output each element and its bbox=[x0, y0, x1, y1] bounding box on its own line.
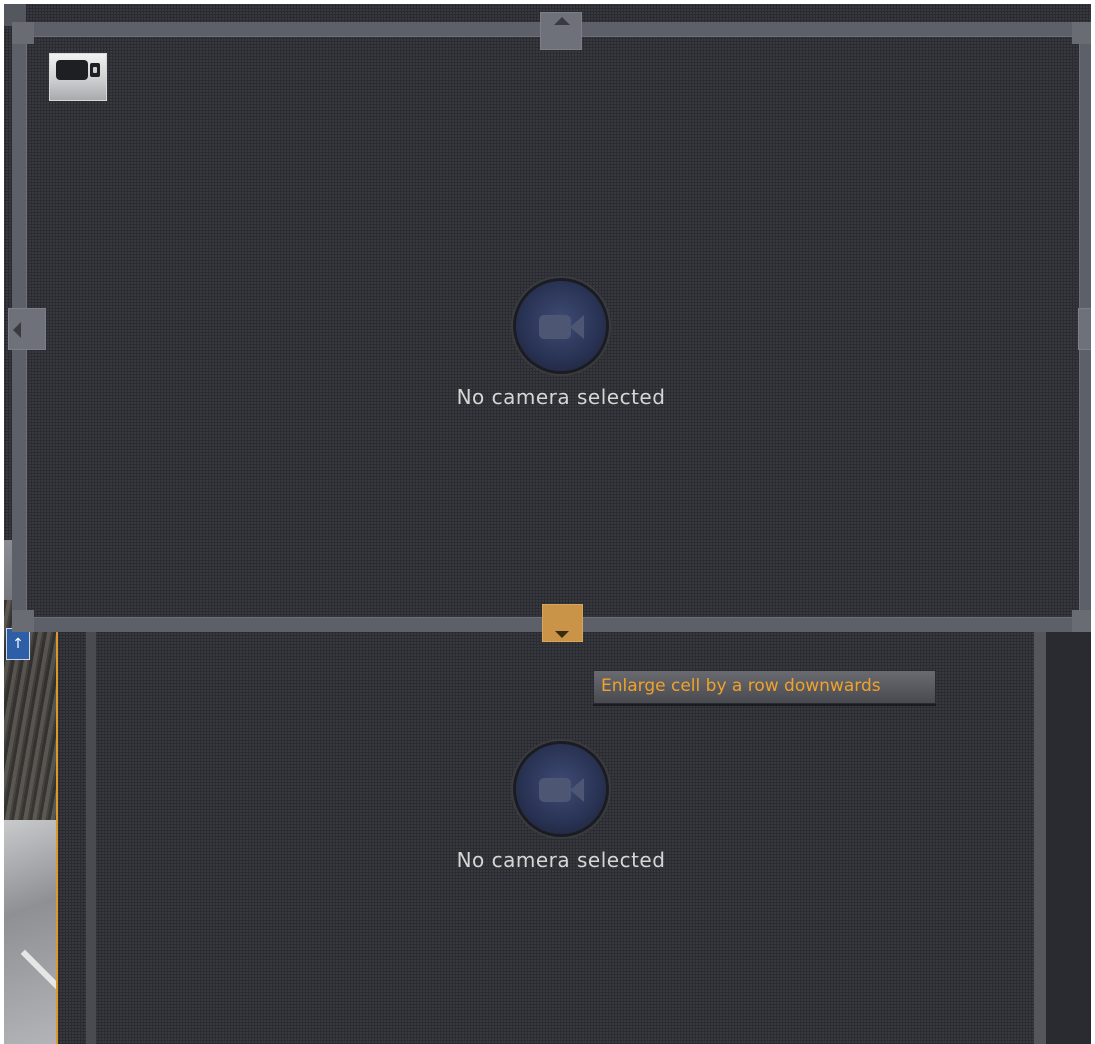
thumbnail-image-road bbox=[4, 820, 56, 1044]
camera-select-button[interactable] bbox=[49, 53, 107, 101]
camera-body-shape bbox=[539, 315, 571, 339]
arrow-down-icon bbox=[555, 631, 569, 638]
enlarge-left-handle[interactable] bbox=[8, 308, 46, 350]
bottom-left-corner-handle[interactable] bbox=[12, 610, 34, 632]
video-camera-icon bbox=[516, 281, 606, 371]
lower-cell-placeholder-text: No camera selected bbox=[456, 848, 666, 872]
top-left-corner-handle[interactable] bbox=[12, 22, 34, 44]
upper-cell-placeholder-text: No camera selected bbox=[456, 385, 666, 409]
camera-body-shape bbox=[539, 778, 571, 802]
enlarge-up-handle[interactable] bbox=[540, 12, 582, 50]
top-margin bbox=[0, 0, 1095, 4]
camera-lens-icon bbox=[90, 63, 100, 77]
camera-lens-shape bbox=[570, 778, 584, 802]
arrow-up-icon bbox=[554, 17, 570, 25]
camera-lens-shape bbox=[570, 315, 584, 339]
left-margin bbox=[0, 0, 4, 1044]
camera-layout-workspace: ↑ No camera selected No camera selected … bbox=[0, 0, 1095, 1044]
video-camera-icon bbox=[516, 744, 606, 834]
enlarge-down-handle[interactable] bbox=[542, 604, 583, 642]
tooltip: Enlarge cell by a row downwards bbox=[593, 670, 936, 704]
tooltip-text: Enlarge cell by a row downwards bbox=[601, 676, 881, 696]
arrow-left-icon bbox=[13, 322, 21, 338]
right-background-strip bbox=[1046, 630, 1091, 1044]
right-margin bbox=[1091, 0, 1095, 1044]
video-camera-icon bbox=[56, 60, 88, 80]
road-sign-icon: ↑ bbox=[6, 628, 30, 660]
